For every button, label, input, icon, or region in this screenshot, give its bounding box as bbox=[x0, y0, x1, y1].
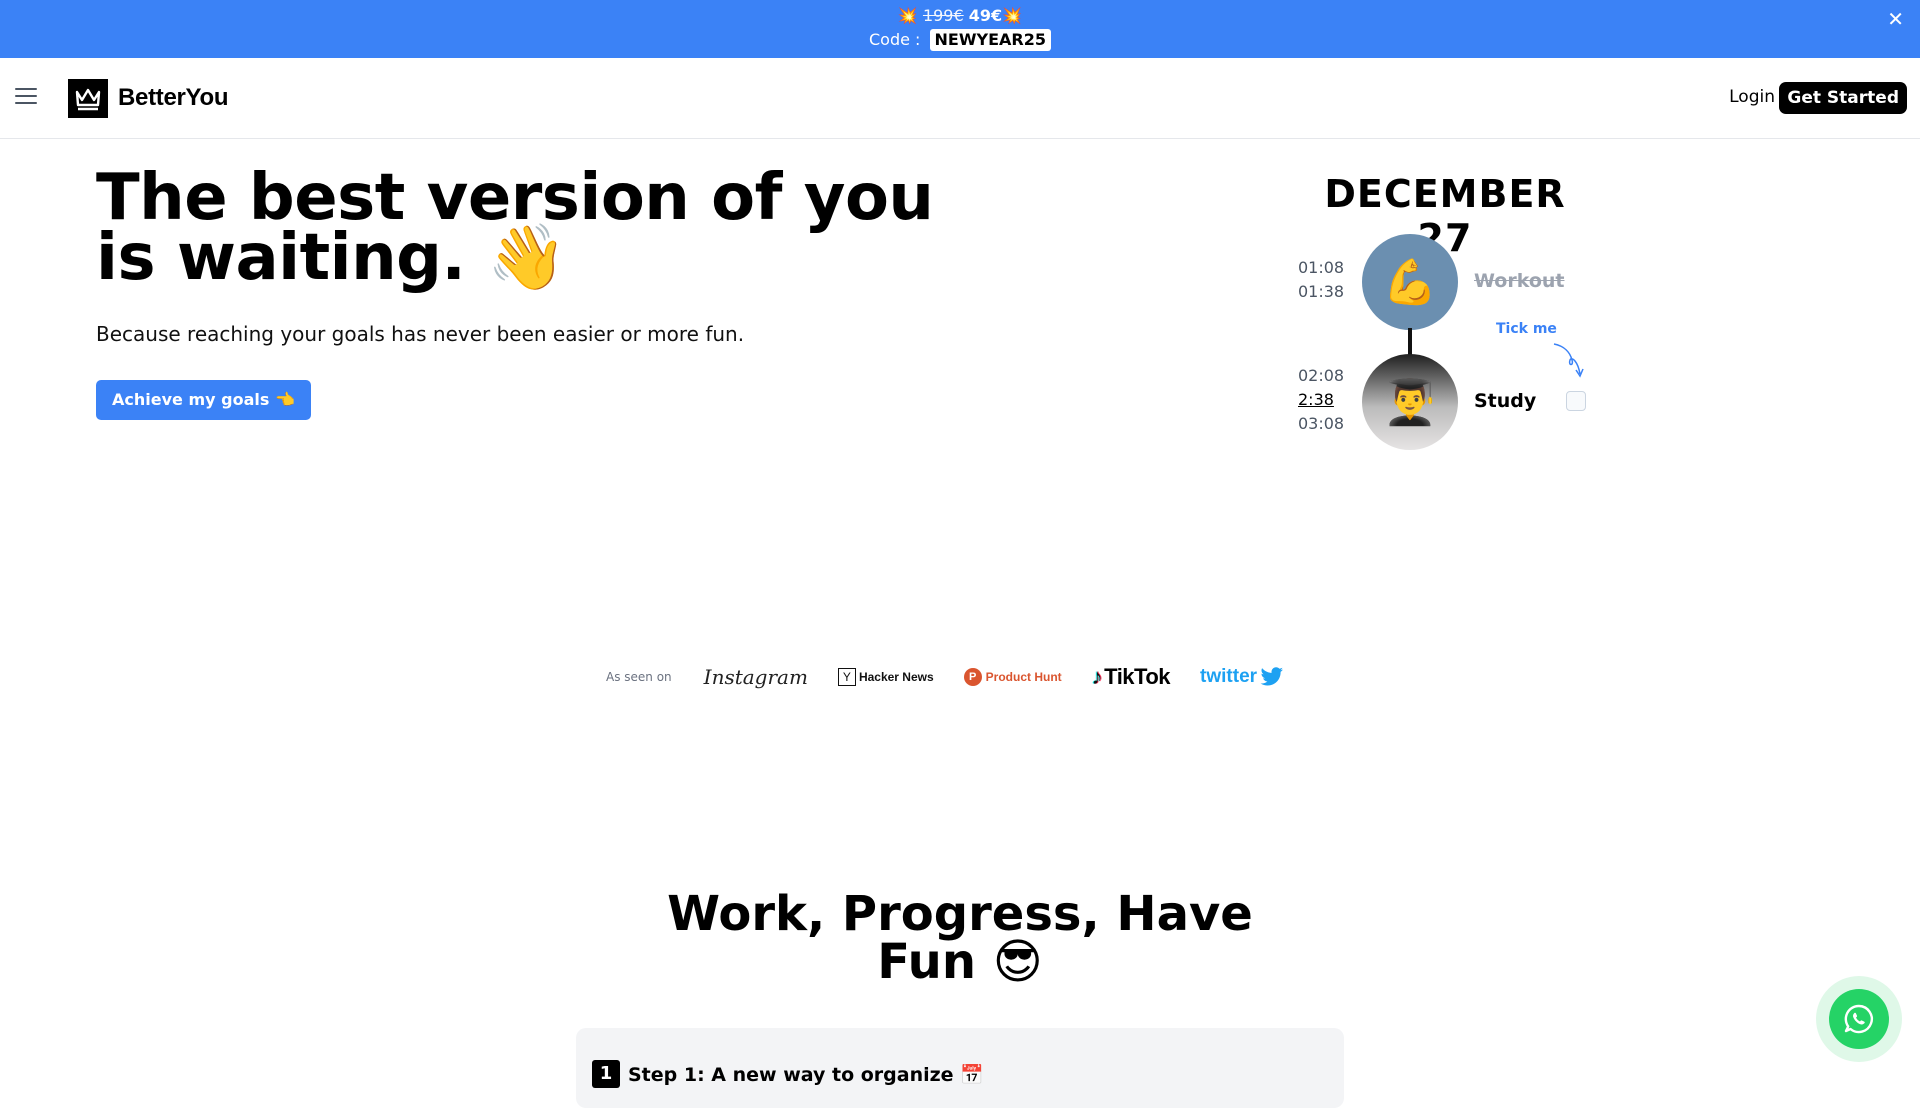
promo-price-row: 💥 199€ 49€💥 bbox=[0, 5, 1920, 27]
promo-code-row: Code : NEWYEAR25 bbox=[0, 28, 1920, 52]
step-card: 1 Step 1: A new way to organize 📅 bbox=[576, 1028, 1344, 1108]
time-label: 01:38 bbox=[1298, 282, 1345, 301]
timeline-connector bbox=[1408, 328, 1412, 356]
hacker-news-logo: Y Hacker News bbox=[837, 668, 934, 686]
whatsapp-button[interactable] bbox=[1829, 989, 1889, 1049]
task-workout[interactable]: Workout bbox=[1474, 270, 1565, 292]
instagram-logo: Instagram bbox=[703, 665, 808, 689]
as-seen-on-label: As seen on bbox=[606, 670, 672, 684]
student-icon: 👨‍🎓 bbox=[1382, 377, 1438, 428]
promo-banner: 💥 199€ 49€💥 Code : NEWYEAR25 ✕ bbox=[0, 0, 1920, 58]
crown-logo-icon[interactable] bbox=[68, 79, 108, 118]
study-times: 02:08 2:38 03:08 bbox=[1298, 364, 1344, 436]
close-icon[interactable]: ✕ bbox=[1887, 8, 1904, 30]
hero-subtitle: Because reaching your goals has never be… bbox=[96, 322, 745, 346]
tick-hint: Tick me bbox=[1496, 321, 1557, 337]
promo-code[interactable]: NEWYEAR25 bbox=[929, 29, 1051, 51]
login-link[interactable]: Login bbox=[1729, 87, 1775, 107]
get-started-button[interactable]: Get Started bbox=[1779, 82, 1907, 114]
as-seen-on-bar: As seen on Instagram Y Hacker News P Produ… bbox=[606, 662, 1316, 692]
step-heading: 1 Step 1: A new way to organize 📅 bbox=[592, 1060, 984, 1088]
current-time-label: 2:38 bbox=[1298, 390, 1334, 409]
hero-title: The best version of you is waiting. 👋 bbox=[96, 161, 934, 295]
study-avatar: 👨‍🎓 bbox=[1362, 354, 1458, 450]
new-price: 49€ bbox=[968, 6, 1003, 25]
product-hunt-logo: P Product Hunt bbox=[963, 668, 1062, 686]
twitter-bird-icon bbox=[1260, 667, 1284, 686]
workout-times: 01:08 01:38 bbox=[1298, 256, 1344, 304]
explosion-icon: 💥 bbox=[1002, 6, 1023, 25]
study-checkbox[interactable] bbox=[1566, 391, 1586, 411]
promo-code-label: Code : bbox=[869, 30, 921, 49]
brand-name[interactable]: BetterYou bbox=[118, 84, 229, 112]
tiktok-logo: ♪ TikTok bbox=[1091, 664, 1171, 689]
step-number-badge: 1 bbox=[592, 1060, 620, 1088]
whatsapp-icon bbox=[1844, 1004, 1873, 1034]
top-nav: BetterYou Login Get Started bbox=[0, 58, 1920, 139]
time-label: 03:08 bbox=[1298, 414, 1345, 433]
old-price: 199€ bbox=[922, 6, 964, 25]
curved-arrow-icon bbox=[1553, 343, 1584, 378]
achieve-goals-button[interactable]: Achieve my goals 👈 bbox=[96, 380, 311, 420]
timeline-date: DECEMBER 27 bbox=[1324, 172, 1566, 260]
hamburger-menu-icon[interactable] bbox=[15, 88, 37, 106]
time-label: 01:08 bbox=[1298, 258, 1345, 277]
explosion-icon: 💥 bbox=[897, 6, 918, 25]
flexed-bicep-icon: 💪 bbox=[1382, 257, 1438, 308]
step-title: Step 1: A new way to organize 📅 bbox=[628, 1063, 984, 1086]
workout-avatar: 💪 bbox=[1362, 234, 1458, 330]
time-label: 02:08 bbox=[1298, 366, 1345, 385]
section-title: Work, Progress, Have Fun 😎 bbox=[667, 886, 1253, 990]
twitter-logo: twitter bbox=[1200, 666, 1284, 688]
task-study[interactable]: Study bbox=[1474, 390, 1536, 412]
whatsapp-halo bbox=[1816, 976, 1902, 1062]
